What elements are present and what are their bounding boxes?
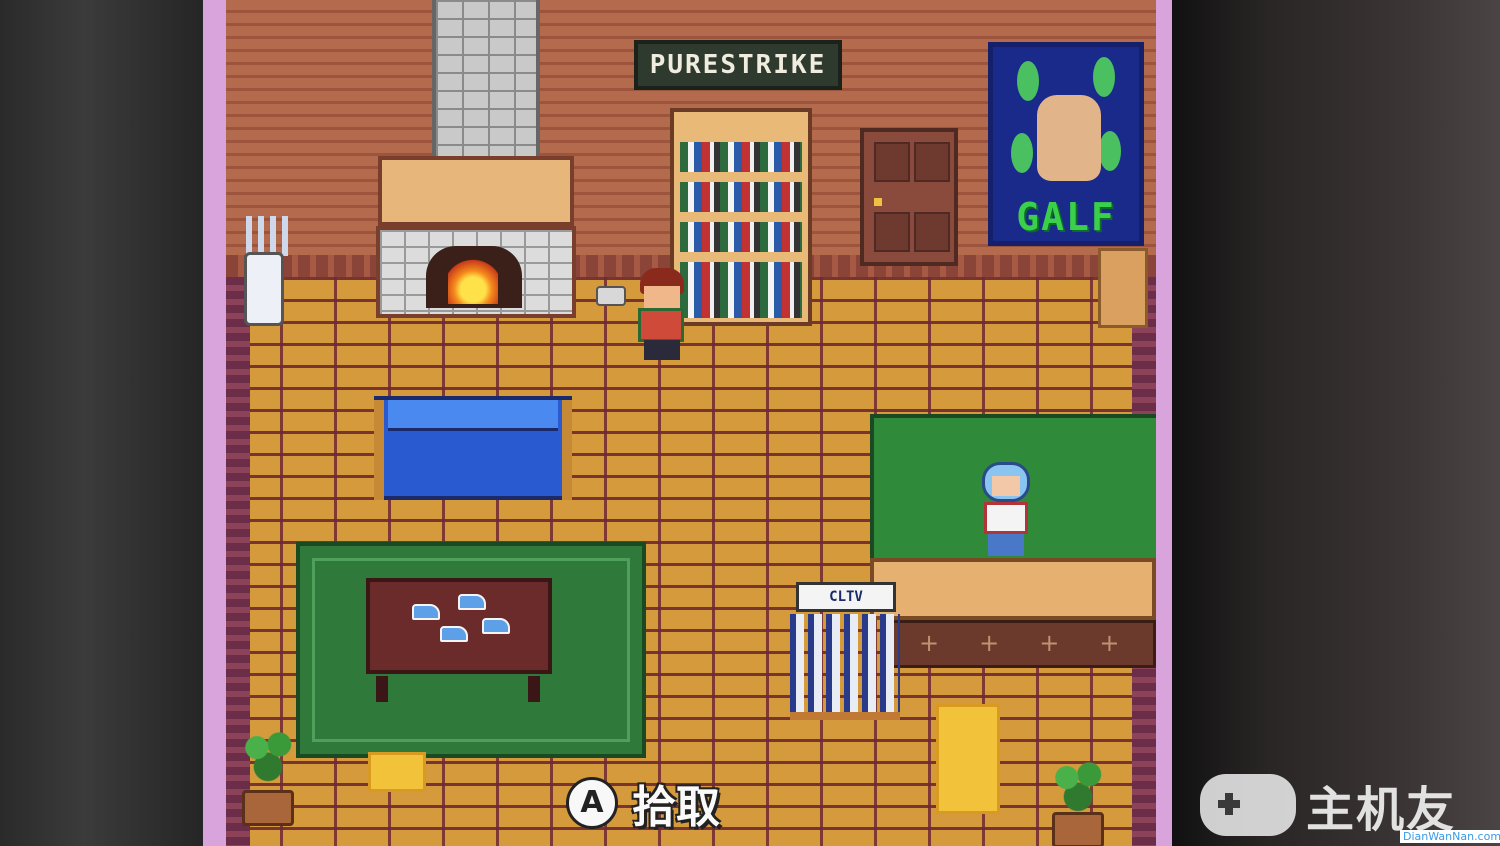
umbrella-vase[interactable] — [244, 252, 284, 326]
shop-counter[interactable] — [870, 558, 1156, 620]
counter-front: ++++ — [886, 620, 1156, 668]
umbrella-sticks — [246, 216, 290, 256]
book-row — [680, 182, 802, 212]
sofa-arm — [562, 400, 572, 500]
golf-shoe-icon[interactable] — [412, 604, 440, 620]
shop-sign: PURESTRIKE — [634, 40, 842, 90]
book-row — [680, 262, 802, 292]
table-leg — [376, 676, 388, 702]
player-face — [644, 286, 680, 308]
golf-shoe-icon[interactable] — [482, 618, 510, 634]
player-body — [638, 308, 684, 342]
leaf-icon — [1099, 131, 1121, 171]
gamepad-icon — [1200, 774, 1296, 836]
device-bezel-left — [0, 0, 210, 846]
bookshelf[interactable] — [670, 108, 812, 326]
potted-plant-icon — [240, 722, 296, 786]
door-panel — [914, 212, 950, 252]
leaf-icon — [1017, 61, 1039, 101]
game-room: PURESTRIKE GALF ++++ CLTV — [226, 0, 1156, 846]
golf-club-rack[interactable] — [790, 614, 900, 720]
fire-icon — [448, 256, 498, 304]
pickup-prompt[interactable]: A 拾取 — [566, 772, 720, 834]
exit-mat[interactable] — [936, 704, 1000, 814]
book-row — [680, 222, 802, 252]
npc-body — [984, 502, 1028, 534]
golfer-portrait — [1037, 95, 1101, 181]
golf-poster: GALF — [988, 42, 1144, 246]
golf-shoe-icon[interactable] — [440, 626, 468, 642]
npc-legs — [988, 534, 1024, 556]
potted-plant-icon — [1050, 752, 1106, 816]
rack-sign: CLTV — [796, 582, 896, 612]
pickup-label: 拾取 — [632, 782, 720, 833]
golf-shoe-icon[interactable] — [458, 594, 486, 610]
watermark-url: DianWanNan.com — [1400, 830, 1500, 843]
device-bezel-right — [1172, 0, 1500, 846]
sofa-cushions — [388, 400, 558, 431]
book-row — [680, 292, 802, 318]
plant-pot — [1052, 812, 1104, 846]
plant-pot — [242, 790, 294, 826]
blue-sofa[interactable] — [374, 396, 572, 500]
player-legs — [644, 340, 680, 360]
door-panel — [874, 142, 910, 182]
stone-chimney — [432, 0, 540, 170]
a-button-icon[interactable]: A — [566, 777, 618, 829]
leaf-icon — [1011, 133, 1033, 173]
table-leg — [528, 676, 540, 702]
door-panel — [874, 212, 910, 252]
poster-title: GALF — [1016, 195, 1116, 239]
wooden-door[interactable] — [860, 128, 958, 266]
book-row — [680, 142, 802, 172]
door-panel — [914, 142, 950, 182]
door-knob — [874, 198, 882, 206]
sofa-arm — [374, 400, 384, 500]
golf-club-icon — [596, 286, 626, 306]
npc-face — [992, 476, 1020, 496]
player-character — [630, 268, 690, 362]
shopkeeper-npc[interactable] — [976, 462, 1036, 558]
wooden-chair[interactable] — [1098, 248, 1148, 328]
fireplace-mantel — [378, 156, 574, 226]
leaf-icon — [1093, 57, 1115, 97]
exit-mat[interactable] — [368, 752, 426, 792]
